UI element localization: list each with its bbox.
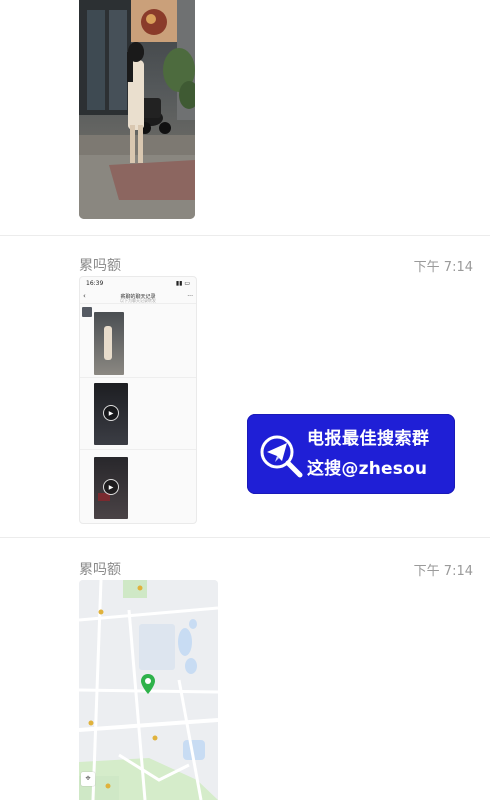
mini-photo-thumb <box>94 312 124 375</box>
photo-content <box>79 0 195 219</box>
more-icon: ··· <box>187 292 193 300</box>
location-pin-icon <box>141 674 155 694</box>
mini-video-thumb: ▶ <box>94 383 128 445</box>
mini-status-time: 16:39 <box>86 279 104 287</box>
message-time: 下午 7:14 <box>413 564 473 579</box>
mini-status-bar: 16:39 ▮▮ ▭ <box>80 277 196 289</box>
telegram-search-logo-icon <box>260 435 303 478</box>
promo-banner[interactable]: 电报最佳搜索群 这搜@zhesou <box>247 414 455 494</box>
play-icon: ▶ <box>103 479 119 495</box>
mini-avatar <box>82 307 92 317</box>
mini-signal-icon: ▮▮ ▭ <box>175 279 190 287</box>
message-time: 下午 7:14 <box>413 260 473 275</box>
message-divider <box>0 537 490 538</box>
back-chevron-icon: ‹ <box>83 292 86 300</box>
play-icon: ▶ <box>103 405 119 421</box>
sender-name: 累吗额 <box>79 562 121 578</box>
banner-handle: 这搜@zhesou <box>307 459 428 479</box>
mini-nav-subtitle: 以下为聊天记录转发 <box>120 298 156 303</box>
message-divider <box>0 235 490 236</box>
locate-icon[interactable]: ⌖ <box>81 772 95 786</box>
mini-video-thumb: ▶ <box>94 457 128 519</box>
chat-record-screenshot[interactable]: 16:39 ▮▮ ▭ ‹ 薪聊的聊天记录 以下为聊天记录转发 ··· ▶ ▶ <box>79 276 197 524</box>
location-map[interactable]: ⌖ <box>79 580 218 800</box>
sender-name: 累吗额 <box>79 258 121 274</box>
photo-message-image[interactable] <box>79 0 195 219</box>
banner-title: 电报最佳搜索群 <box>307 429 430 449</box>
mini-nav-bar: ‹ 薪聊的聊天记录 以下为聊天记录转发 ··· <box>80 289 196 304</box>
